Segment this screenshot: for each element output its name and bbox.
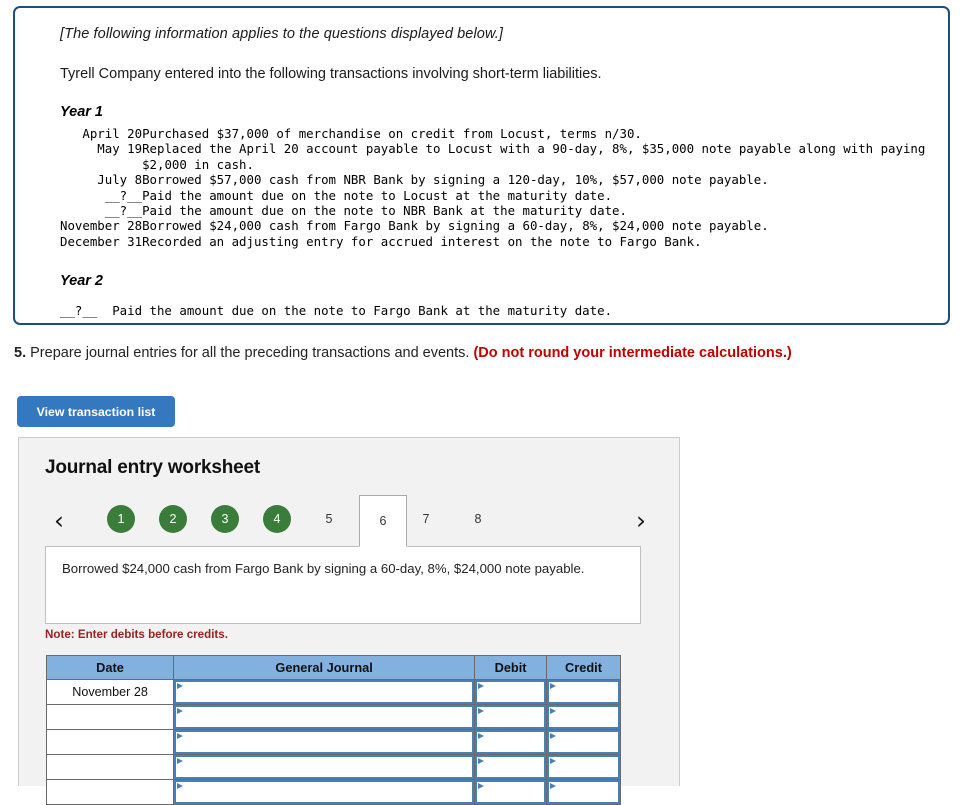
intro-line: Tyrell Company entered into the followin… — [60, 66, 602, 82]
worksheet-tab-1[interactable]: 1 — [107, 505, 135, 533]
transaction-row: $2,000 in cash. — [60, 157, 925, 172]
transaction-row: May 19 Replaced the April 20 account paya… — [60, 141, 925, 156]
journal-date-cell[interactable] — [45, 754, 175, 780]
journal-debit-input[interactable] — [475, 705, 547, 729]
journal-date-cell[interactable] — [45, 704, 175, 730]
journal-table-header-row: Date General Journal Debit Credit — [45, 655, 621, 680]
journal-credit-input[interactable] — [547, 705, 620, 729]
column-header-credit: Credit — [546, 655, 621, 680]
transaction-date: December 31 — [60, 233, 143, 249]
worksheet-tab-5[interactable]: 5 — [315, 505, 343, 533]
journal-credit-input-cell[interactable] — [546, 754, 621, 780]
transaction-description: Replaced the April 20 account payable to… — [142, 141, 926, 157]
transaction-row: July 8 Borrowed $57,000 cash from NBR Ban… — [60, 172, 925, 187]
journal-credit-input-cell[interactable] — [546, 704, 621, 730]
transaction-date — [60, 157, 142, 172]
journal-account-input[interactable] — [174, 705, 475, 729]
journal-debit-input-cell[interactable] — [474, 679, 548, 705]
debits-before-credits-note: Note: Enter debits before credits. — [45, 628, 228, 641]
worksheet-tab-7[interactable]: 7 — [412, 505, 440, 533]
transaction-row: November 28 Borrowed $24,000 cash from Fa… — [60, 218, 925, 233]
worksheet-tab-3[interactable]: 3 — [211, 505, 239, 533]
question-number: 5. — [14, 345, 27, 361]
transaction-date: __?__ — [104, 187, 143, 203]
journal-debit-input[interactable] — [475, 755, 547, 779]
journal-account-input-cell[interactable] — [173, 704, 476, 730]
transaction-date: May 19 — [97, 141, 143, 157]
transaction-description: Paid the amount due on the note to Locus… — [142, 187, 613, 203]
transaction-description-box: Borrowed $24,000 cash from Fargo Bank by… — [45, 546, 641, 624]
journal-debit-input[interactable] — [475, 730, 547, 754]
journal-debit-input[interactable] — [475, 780, 547, 804]
transaction-date: April 20 — [82, 126, 143, 141]
journal-table-row — [45, 729, 621, 755]
view-transaction-list-button[interactable]: View transaction list — [17, 396, 175, 427]
transaction-description: Purchased $37,000 of merchandise on cred… — [142, 126, 642, 141]
journal-table-row — [45, 754, 621, 780]
journal-credit-input[interactable] — [547, 730, 620, 754]
journal-debit-input-cell[interactable] — [474, 729, 548, 755]
journal-account-input[interactable] — [174, 755, 475, 779]
transaction-date: __?__ — [104, 203, 143, 219]
journal-entry-table: Date General Journal Debit Credit Novemb… — [45, 655, 621, 805]
journal-date-cell[interactable]: November 28 — [45, 679, 175, 705]
journal-credit-input[interactable] — [547, 780, 620, 804]
transaction-description: $2,000 in cash. — [142, 156, 254, 172]
journal-debit-input-cell[interactable] — [474, 704, 548, 730]
transaction-row: __?__ Paid the amount due on the note to … — [60, 203, 925, 218]
journal-debit-input[interactable] — [475, 680, 547, 704]
worksheet-tab-strip: ‹ › 12345678 — [19, 495, 681, 547]
year2-transaction-line: __?__ Paid the amount due on the note to… — [60, 303, 613, 319]
question-line: 5. Prepare journal entries for all the p… — [14, 345, 792, 361]
journal-table-row — [45, 704, 621, 730]
question-text: Prepare journal entries for all the prec… — [30, 345, 470, 361]
transaction-description: Paid the amount due on the note to NBR B… — [142, 203, 627, 219]
journal-date-cell[interactable] — [45, 779, 175, 805]
journal-credit-input-cell[interactable] — [546, 679, 621, 705]
worksheet-tab-6[interactable]: 6 — [359, 495, 407, 547]
question-warning: (Do not round your intermediate calculat… — [473, 345, 792, 361]
journal-table-row: November 28 — [45, 679, 621, 705]
transaction-row: __?__ Paid the amount due on the note to … — [60, 188, 925, 203]
journal-credit-input-cell[interactable] — [546, 779, 621, 805]
journal-table-row — [45, 779, 621, 805]
prev-tab-arrow-icon[interactable]: ‹ — [45, 504, 73, 538]
worksheet-tab-4[interactable]: 4 — [263, 505, 291, 533]
journal-entry-worksheet-panel: Journal entry worksheet ‹ › 12345678 Bor… — [18, 437, 681, 805]
column-header-date: Date — [45, 655, 175, 680]
journal-account-input[interactable] — [174, 680, 475, 704]
journal-credit-input[interactable] — [547, 755, 620, 779]
journal-debit-input-cell[interactable] — [474, 779, 548, 805]
transaction-date: July 8 — [97, 172, 143, 188]
transaction-row: April 20 Purchased $37,000 of merchandise… — [60, 126, 925, 141]
journal-credit-input-cell[interactable] — [546, 729, 621, 755]
year1-heading: Year 1 — [60, 104, 103, 120]
next-tab-arrow-icon[interactable]: › — [627, 504, 655, 538]
worksheet-title: Journal entry worksheet — [45, 457, 261, 478]
year1-transaction-table: April 20 Purchased $37,000 of merchandise… — [60, 126, 925, 249]
journal-credit-input[interactable] — [547, 680, 620, 704]
information-box: [The following information applies to th… — [13, 6, 950, 325]
column-header-general-journal: General Journal — [173, 655, 476, 680]
journal-account-input[interactable] — [174, 730, 475, 754]
journal-date-cell[interactable] — [45, 729, 175, 755]
journal-account-input[interactable] — [174, 780, 475, 804]
journal-account-input-cell[interactable] — [173, 754, 476, 780]
applies-note: [The following information applies to th… — [60, 26, 503, 42]
transaction-description: Recorded an adjusting entry for accrued … — [142, 233, 702, 249]
transaction-description: Borrowed $24,000 cash from Fargo Bank by… — [142, 218, 769, 234]
transaction-date: November 28 — [60, 218, 143, 234]
column-header-debit: Debit — [474, 655, 548, 680]
year2-heading: Year 2 — [60, 273, 103, 290]
journal-account-input-cell[interactable] — [173, 729, 476, 755]
transaction-description: Borrowed $57,000 cash from NBR Bank by s… — [142, 172, 769, 188]
transaction-description-text: Borrowed $24,000 cash from Fargo Bank by… — [62, 561, 585, 576]
journal-account-input-cell[interactable] — [173, 679, 476, 705]
journal-account-input-cell[interactable] — [173, 779, 476, 805]
worksheet-tab-8[interactable]: 8 — [464, 505, 492, 533]
transaction-row: December 31 Recorded an adjusting entry f… — [60, 234, 925, 249]
worksheet-tab-2[interactable]: 2 — [159, 505, 187, 533]
journal-debit-input-cell[interactable] — [474, 754, 548, 780]
